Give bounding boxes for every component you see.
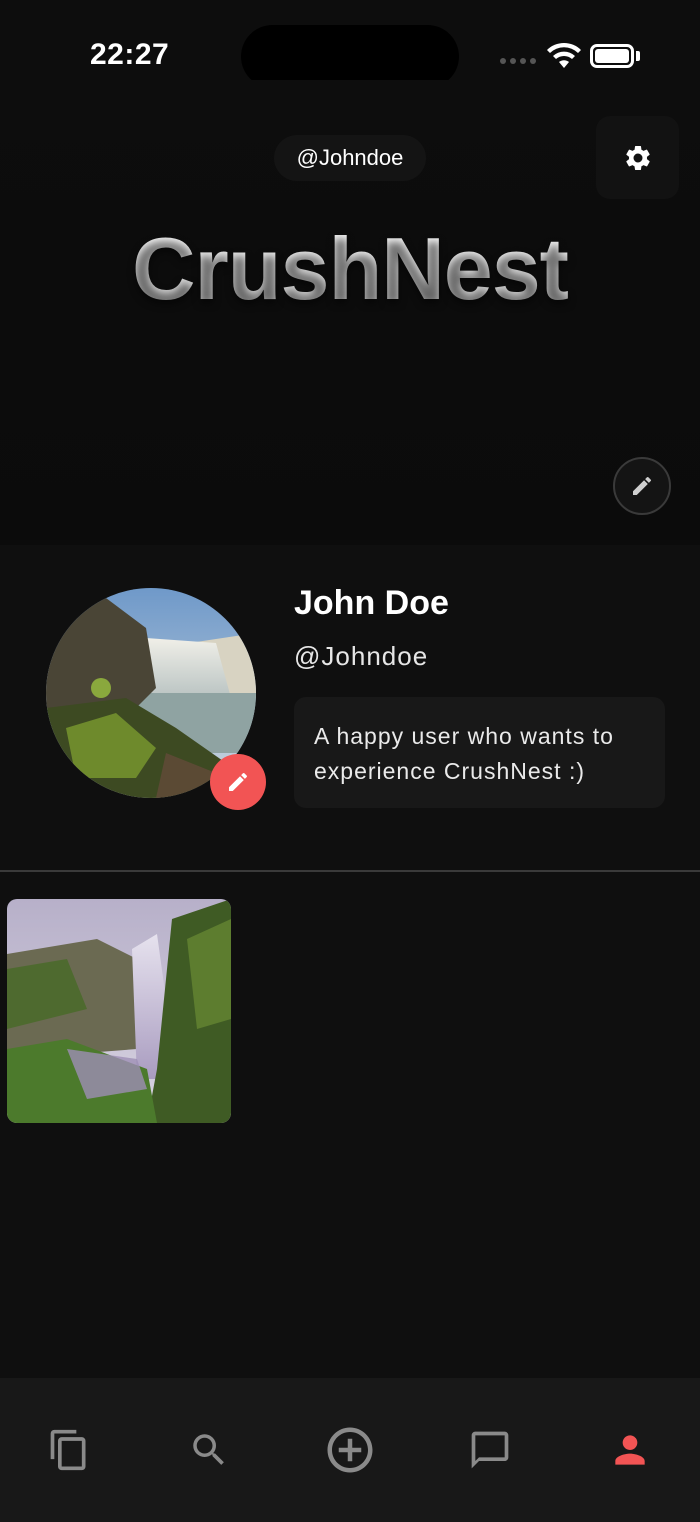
gear-icon <box>625 145 650 170</box>
section-divider <box>0 870 700 872</box>
tab-search[interactable] <box>179 1420 239 1480</box>
tab-create[interactable] <box>320 1420 380 1480</box>
cards-stack-icon <box>50 1429 86 1471</box>
handle-pill: @Johndoe <box>274 135 426 181</box>
tab-profile[interactable] <box>600 1420 660 1480</box>
search-icon <box>193 1434 224 1465</box>
status-time: 22:27 <box>90 38 170 71</box>
dynamic-island <box>241 25 459 88</box>
post-image <box>7 899 231 1123</box>
battery-icon <box>590 44 634 68</box>
status-bar: 22:27 <box>0 0 700 88</box>
person-icon <box>615 1435 645 1465</box>
tab-feed[interactable] <box>39 1420 99 1480</box>
edit-avatar-button[interactable] <box>210 754 266 810</box>
profile-bio: A happy user who wants to experience Cru… <box>294 697 665 808</box>
settings-button[interactable] <box>596 116 679 199</box>
tab-messages[interactable] <box>460 1420 520 1480</box>
wifi-icon <box>547 42 581 68</box>
post-thumbnail[interactable] <box>7 899 231 1123</box>
profile-name: John Doe <box>294 584 449 622</box>
chat-bubble-icon <box>471 1431 509 1469</box>
pencil-icon <box>633 476 652 495</box>
cellular-signal-icon <box>500 58 536 64</box>
brand-title: CrushNest <box>0 218 700 320</box>
edit-cover-button[interactable] <box>613 457 671 515</box>
pencil-icon <box>229 772 248 791</box>
profile-username: @Johndoe <box>294 641 429 671</box>
plus-circle-icon <box>327 1427 373 1473</box>
